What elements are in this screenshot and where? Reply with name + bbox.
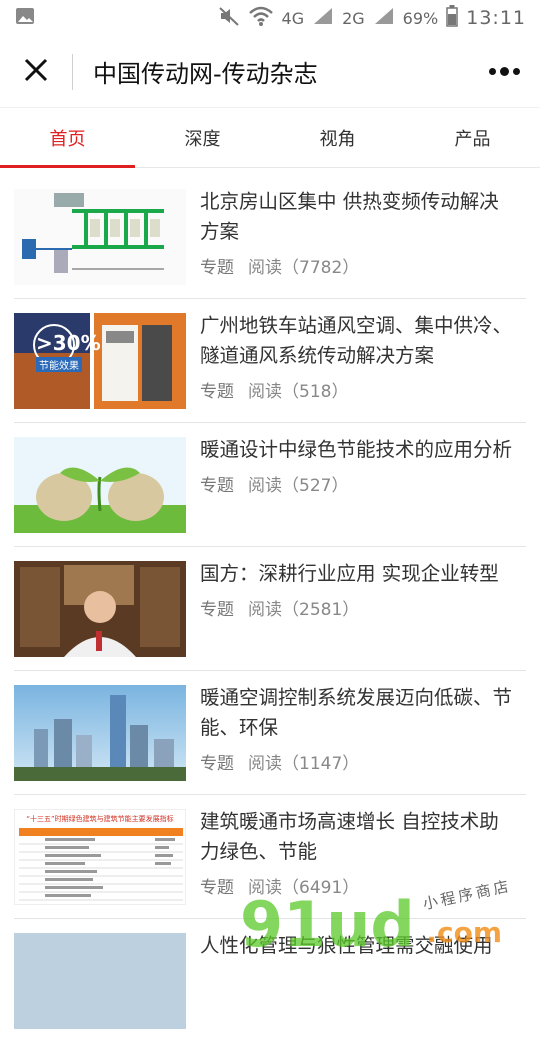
article-title: 暖通设计中绿色节能技术的应用分析 (200, 438, 513, 461)
tab-bar: 首页 深度 视角 产品 (0, 108, 540, 168)
article-reads: 阅读（7782） (248, 258, 360, 278)
app-header: 中国传动网-传动杂志 (0, 36, 540, 108)
article-item[interactable]: >30% 节能效果 广州地铁车站通风空调、集中供冷、 隧道通风系统传动解决方案 专… (14, 299, 526, 423)
tab-products[interactable]: 产品 (405, 108, 540, 167)
article-thumbnail (14, 437, 186, 533)
network-label-2: 2G (342, 8, 365, 28)
article-list: 北京房山区集中 供热变频传动解决 方案 专题 阅读（7782） >30% 节能效果 … (0, 175, 540, 1043)
article-title: 国方：深耕行业应用 实现企业转型 (200, 562, 499, 585)
article-reads: 阅读（518） (248, 382, 349, 402)
article-title: 人性化管理与狼性管理需交融使用 (200, 934, 493, 957)
more-dot-icon (499, 67, 509, 76)
article-thumbnail: “十三五”时期绿色建筑与建筑节能主要发展指标 (14, 809, 186, 905)
article-reads: 阅读（6491） (248, 878, 360, 898)
article-thumbnail (14, 189, 186, 285)
network-label: 4G (281, 8, 305, 28)
tab-home[interactable]: 首页 (0, 108, 135, 168)
status-bar: 4G 2G 69% 13:11 (0, 0, 540, 36)
article-thumbnail: >30% 节能效果 (14, 313, 186, 409)
article-title: 暖通空调控制系统发展迈向低碳、节 能、环保 (200, 686, 513, 739)
article-item[interactable]: 北京房山区集中 供热变频传动解决 方案 专题 阅读（7782） (14, 175, 526, 299)
page-title: 中国传动网-传动杂志 (93, 60, 318, 88)
article-tag: 专题 (200, 754, 234, 774)
more-button[interactable] (468, 36, 540, 108)
tab-depth[interactable]: 深度 (135, 108, 270, 167)
image-icon (14, 5, 36, 32)
close-icon (23, 57, 49, 87)
article-reads: 阅读（2581） (248, 600, 360, 620)
more-dot-icon (512, 68, 520, 75)
article-tag: 专题 (200, 258, 234, 278)
article-item[interactable]: 暖通设计中绿色节能技术的应用分析 专题 阅读（527） (14, 423, 526, 547)
thumbnail-caption: 节能效果 (36, 357, 82, 372)
article-reads: 阅读（527） (248, 476, 349, 496)
article-item[interactable]: 暖通空调控制系统发展迈向低碳、节 能、环保 专题 阅读（1147） (14, 671, 526, 795)
battery-percent: 69% (402, 8, 439, 28)
article-title: 北京房山区集中 供热变频传动解决 方案 (200, 190, 499, 243)
article-title: 建筑暖通市场高速增长 自控技术助 力绿色、节能 (200, 810, 499, 863)
wifi-icon (248, 5, 274, 32)
article-item[interactable]: 国方：深耕行业应用 实现企业转型 专题 阅读（2581） (14, 547, 526, 671)
article-title: 广州地铁车站通风空调、集中供冷、 隧道通风系统传动解决方案 (200, 314, 513, 367)
article-thumbnail (14, 933, 186, 1029)
thumbnail-heading: “十三五”时期绿色建筑与建筑节能主要发展指标 (26, 815, 174, 823)
article-item[interactable]: 人性化管理与狼性管理需交融使用 (14, 919, 526, 1043)
article-thumbnail (14, 561, 186, 657)
article-tag: 专题 (200, 600, 234, 620)
article-tag: 专题 (200, 878, 234, 898)
signal-icon-2 (373, 6, 395, 31)
article-thumbnail (14, 685, 186, 781)
tab-perspective[interactable]: 视角 (270, 108, 405, 167)
article-item[interactable]: “十三五”时期绿色建筑与建筑节能主要发展指标 建筑暖通市场高速增长 自控技术助 … (14, 795, 526, 919)
article-tag: 专题 (200, 382, 234, 402)
article-tag: 专题 (200, 476, 234, 496)
signal-icon (312, 6, 334, 31)
clock: 13:11 (466, 7, 526, 29)
article-reads: 阅读（1147） (248, 754, 360, 774)
more-dot-icon (488, 68, 496, 75)
battery-icon (446, 4, 458, 32)
thumbnail-percent: >30% (36, 331, 101, 355)
mute-icon (218, 5, 240, 32)
close-button[interactable] (0, 36, 72, 108)
